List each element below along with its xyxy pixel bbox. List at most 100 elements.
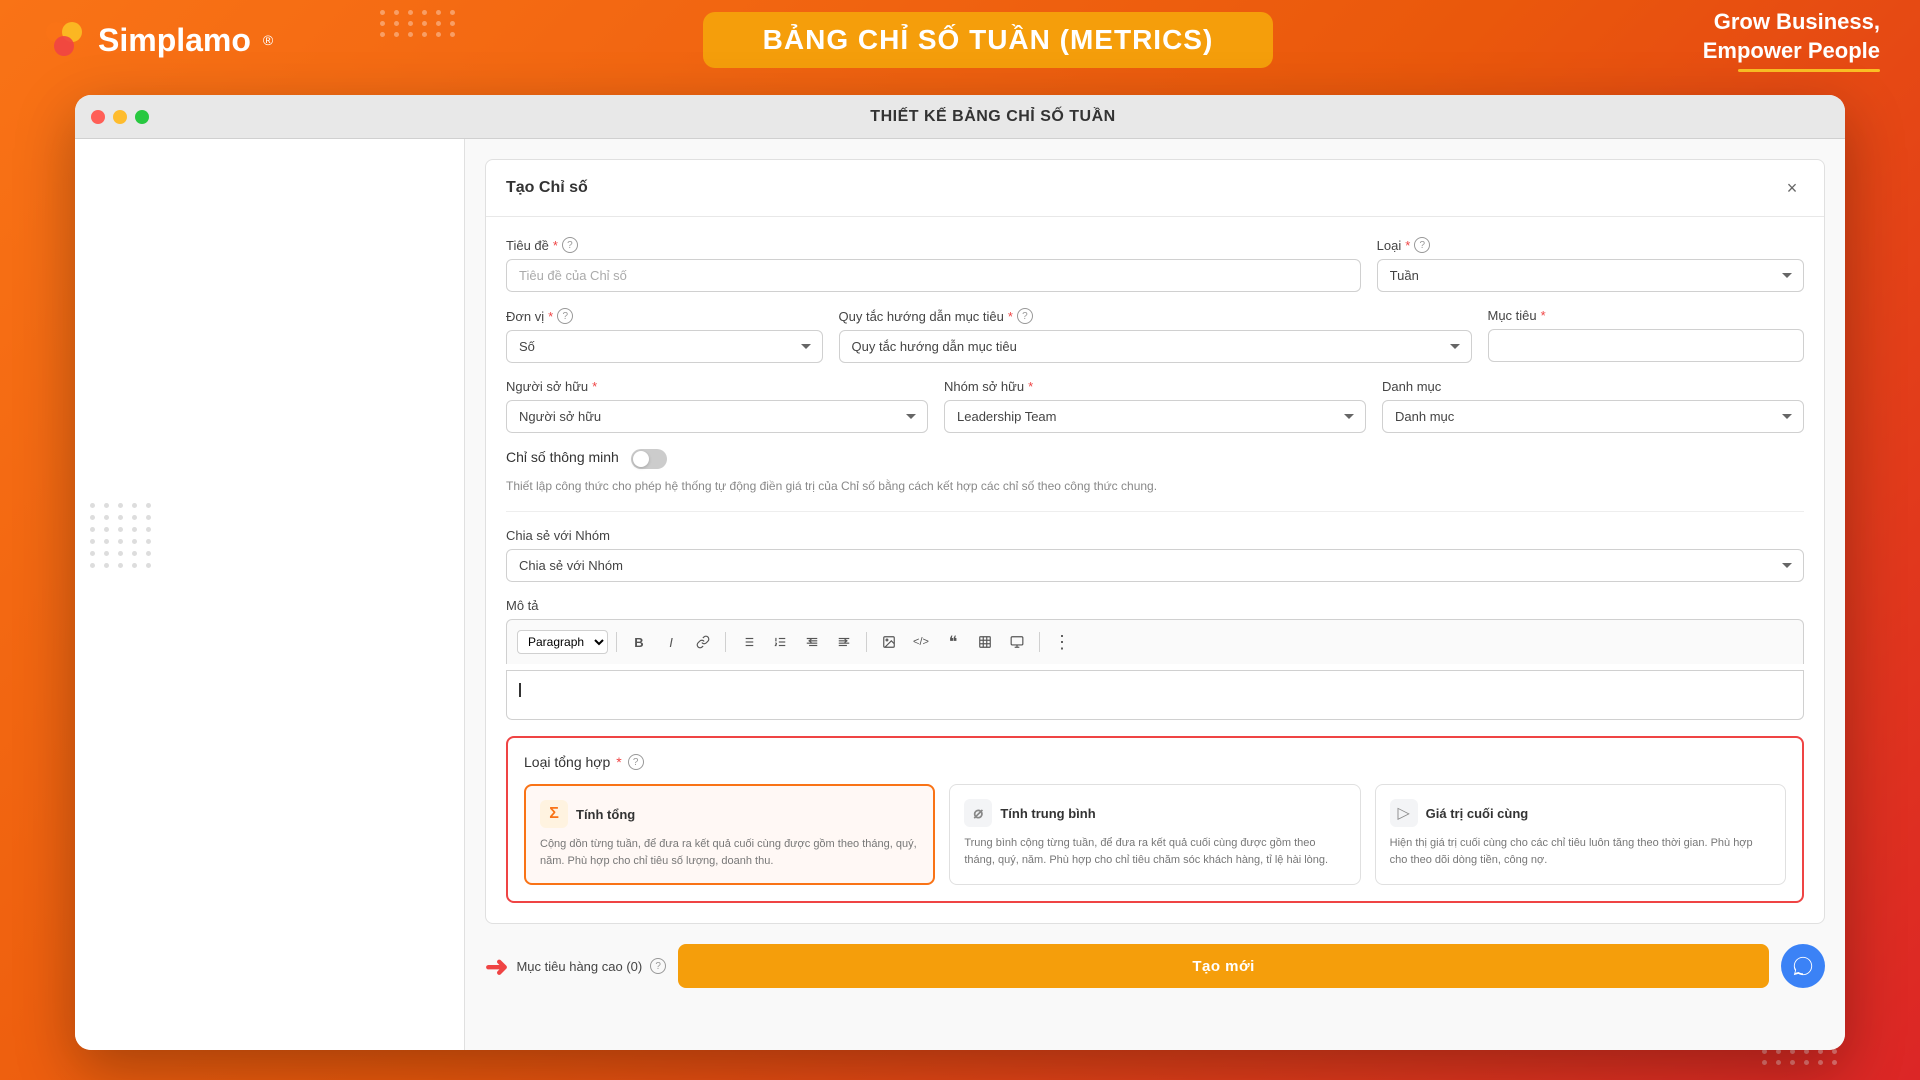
form-panel: Tạo Chỉ số × Tiêu đề * ? — [485, 159, 1825, 924]
loai-tong-hop-title: Loại tổng hợp * ? — [524, 754, 1786, 770]
gia-tri-cuoi-cung-title: Giá trị cuối cùng — [1426, 806, 1529, 821]
window-close-btn[interactable] — [91, 110, 105, 124]
italic-button[interactable]: I — [657, 628, 685, 656]
loai-select[interactable]: Tuần — [1377, 259, 1804, 292]
loai-card-header-1: Σ Tính tổng — [540, 800, 919, 828]
nhom-so-huu-select[interactable]: Leadership Team — [944, 400, 1366, 433]
description-editor[interactable] — [506, 670, 1804, 720]
window-titlebar: THIẾT KẾ BẢNG CHỈ SỐ TUẦN — [75, 95, 1845, 139]
loai-tong-hop-section: Loại tổng hợp * ? Σ Tính tổng — [506, 736, 1804, 903]
indent-left-button[interactable] — [798, 628, 826, 656]
danh-muc-select[interactable]: Danh mục — [1382, 400, 1804, 433]
more-button[interactable]: ⋮ — [1048, 628, 1076, 656]
window-maximize-btn[interactable] — [135, 110, 149, 124]
paragraph-select[interactable]: Paragraph — [517, 630, 608, 654]
tieu-de-group: Tiêu đề * ? — [506, 237, 1361, 292]
tinh-tong-desc: Cộng dồn từng tuần, để đưa ra kết quả cu… — [540, 836, 919, 869]
logo-text: Simplamo — [98, 22, 251, 59]
don-vi-group: Đơn vị * ? Số — [506, 308, 823, 363]
loai-card-tinh-tong[interactable]: Σ Tính tổng Cộng dồn từng tuần, để đưa r… — [524, 784, 935, 885]
gia-tri-cuoi-cung-icon: ▷ — [1390, 799, 1418, 827]
tinh-tong-title: Tính tổng — [576, 807, 635, 822]
chia-se-group: Chia sẻ với Nhóm Chia sẻ với Nhóm — [506, 528, 1804, 582]
image-button[interactable] — [875, 628, 903, 656]
form-row-3: Người sở hữu * Người sở hữu Nhóm sở hữu … — [506, 379, 1804, 433]
smart-metric-label: Chỉ số thông minh — [506, 449, 619, 465]
list-ul-button[interactable] — [734, 628, 762, 656]
description-toolbar: Paragraph B I — [506, 619, 1804, 664]
danh-muc-group: Danh mục Danh mục — [1382, 379, 1804, 433]
form-close-button[interactable]: × — [1780, 176, 1804, 200]
muc-tieu-label: Mục tiêu * — [1488, 308, 1805, 323]
loai-card-header-3: ▷ Giá trị cuối cùng — [1390, 799, 1771, 827]
nguoi-so-huu-group: Người sở hữu * Người sở hữu — [506, 379, 928, 433]
chia-se-label: Chia sẻ với Nhóm — [506, 528, 1804, 543]
muc-tieu-info-icon[interactable]: ? — [650, 958, 666, 974]
mo-ta-group: Mô tả Paragraph B I — [506, 598, 1804, 720]
table-button[interactable] — [971, 628, 999, 656]
main-window: THIẾT KẾ BẢNG CHỈ SỐ TUẦN — [75, 95, 1845, 1050]
tagline-line2: Empower People — [1703, 37, 1880, 66]
danh-muc-label: Danh mục — [1382, 379, 1804, 394]
chat-button[interactable] — [1781, 944, 1825, 988]
loai-card-header-2: ⌀ Tính trung bình — [964, 799, 1345, 827]
bottom-action-bar: ➜ Mục tiêu hàng cao (0) ? Tạo mới — [465, 944, 1845, 998]
tieu-de-info-icon[interactable]: ? — [562, 237, 578, 253]
text-cursor — [519, 683, 521, 697]
form-area: Tạo Chỉ số × Tiêu đề * ? — [465, 139, 1845, 1050]
indent-right-button[interactable] — [830, 628, 858, 656]
loai-info-icon[interactable]: ? — [1414, 237, 1430, 253]
left-sidebar — [75, 139, 465, 1050]
form-row-1: Tiêu đề * ? Loại * ? — [506, 237, 1804, 292]
tinh-tong-icon: Σ — [540, 800, 568, 828]
don-vi-select[interactable]: Số — [506, 330, 823, 363]
nguoi-so-huu-select[interactable]: Người sở hữu — [506, 400, 928, 433]
mo-ta-label: Mô tả — [506, 598, 1804, 613]
loai-group: Loại * ? Tuần — [1377, 237, 1804, 292]
nhom-so-huu-label: Nhóm sở hữu * — [944, 379, 1366, 394]
tieu-de-input[interactable] — [506, 259, 1361, 292]
tagline-line1: Grow Business, — [1703, 8, 1880, 37]
link-button[interactable] — [689, 628, 717, 656]
tinh-trung-binh-desc: Trung bình cộng từng tuần, để đưa ra kết… — [964, 835, 1345, 868]
chia-se-select[interactable]: Chia sẻ với Nhóm — [506, 549, 1804, 582]
smart-desc: Thiết lập công thức cho phép hệ thống tự… — [506, 477, 1804, 495]
list-ol-button[interactable] — [766, 628, 794, 656]
don-vi-info-icon[interactable]: ? — [557, 308, 573, 324]
muc-tieu-input[interactable]: 0 — [1488, 329, 1805, 362]
loai-card-tinh-trung-binh[interactable]: ⌀ Tính trung bình Trung bình cộng từng t… — [949, 784, 1360, 885]
required-star: * — [553, 238, 558, 253]
bg-dots-top-left — [380, 10, 458, 37]
red-arrow-icon: ➜ — [485, 950, 508, 983]
window-minimize-btn[interactable] — [113, 110, 127, 124]
loai-info-icon[interactable]: ? — [628, 754, 644, 770]
nhom-so-huu-group: Nhóm sở hữu * Leadership Team — [944, 379, 1366, 433]
nguoi-so-huu-label: Người sở hữu * — [506, 379, 928, 394]
code-button[interactable]: </> — [907, 628, 935, 656]
don-vi-label: Đơn vị * ? — [506, 308, 823, 324]
loai-label: Loại * ? — [1377, 237, 1804, 253]
loai-card-gia-tri-cuoi-cung[interactable]: ▷ Giá trị cuối cùng Hiện thị giá trị cuố… — [1375, 784, 1786, 885]
tinh-trung-binh-title: Tính trung bình — [1000, 806, 1095, 821]
smart-toggle[interactable] — [631, 449, 667, 469]
sidebar-dots — [90, 503, 153, 568]
tagline: Grow Business, Empower People — [1703, 8, 1880, 72]
muc-tieu-group: Mục tiêu * 0 — [1488, 308, 1805, 363]
tinh-trung-binh-icon: ⌀ — [964, 799, 992, 827]
header-banner: BẢNG CHỈ SỐ TUẦN (METRICS) — [703, 12, 1274, 68]
quy-tac-info-icon[interactable]: ? — [1017, 308, 1033, 324]
divider — [506, 511, 1804, 512]
window-body: Tạo Chỉ số × Tiêu đề * ? — [75, 139, 1845, 1050]
toolbar-divider-1 — [616, 632, 617, 652]
toolbar-divider-3 — [866, 632, 867, 652]
muc-tieu-hang-cao-label: Mục tiêu hàng cao (0) — [516, 959, 642, 974]
embed-button[interactable] — [1003, 628, 1031, 656]
quy-tac-select[interactable]: Quy tắc hướng dẫn mục tiêu — [839, 330, 1472, 363]
form-row-2: Đơn vị * ? Số Quy tắc hướng dẫn mục tiêu… — [506, 308, 1804, 363]
loai-options-grid: Σ Tính tổng Cộng dồn từng tuần, để đưa r… — [524, 784, 1786, 885]
form-content: Tiêu đề * ? Loại * ? — [486, 217, 1824, 923]
quote-button[interactable]: ❝ — [939, 628, 967, 656]
tieu-de-label: Tiêu đề * ? — [506, 237, 1361, 253]
create-button[interactable]: Tạo mới — [678, 944, 1769, 988]
bold-button[interactable]: B — [625, 628, 653, 656]
